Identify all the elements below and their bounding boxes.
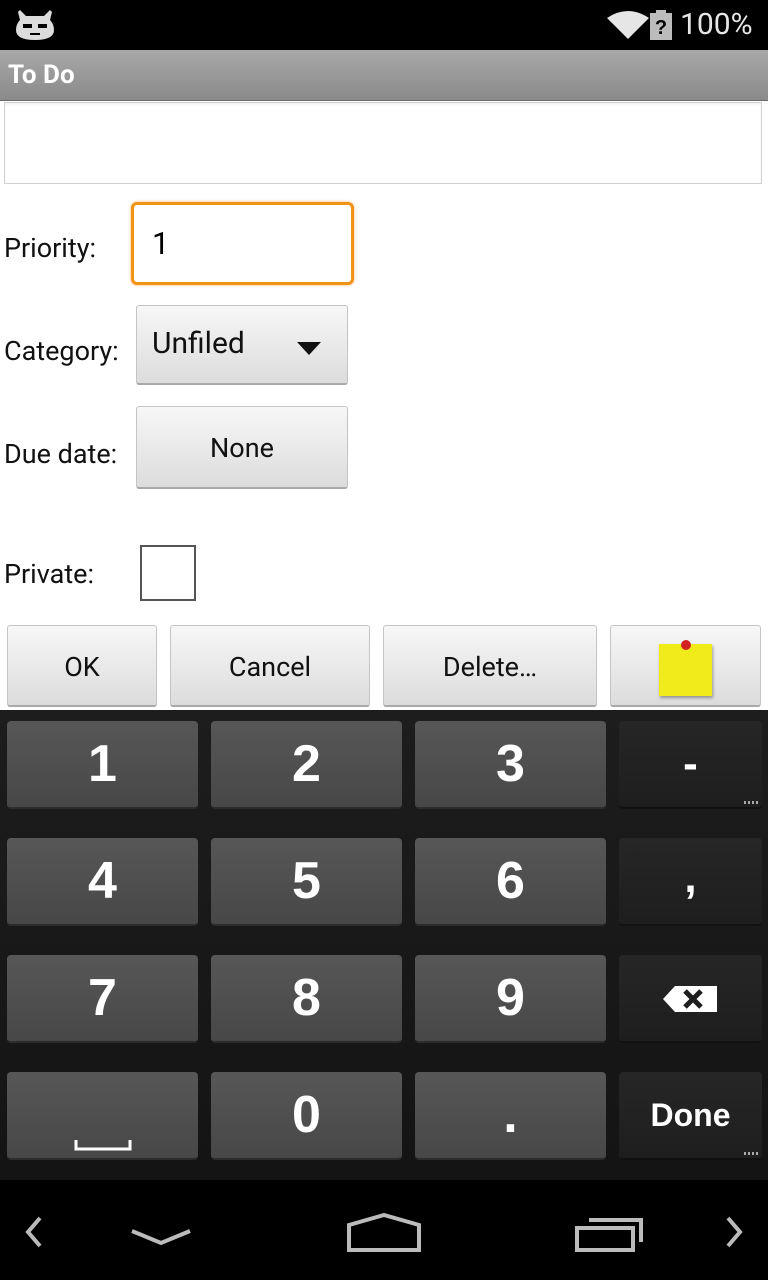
private-checkbox[interactable]	[140, 545, 196, 601]
priority-label: Priority:	[4, 232, 97, 264]
svg-text:?: ?	[655, 17, 667, 39]
key-0[interactable]: 0	[211, 1072, 402, 1160]
category-label: Category:	[4, 335, 119, 367]
numeric-keyboard: 1 2 3 - 4 5 6 , 7 8 9 0 . Done	[0, 710, 768, 1180]
more-keys-indicator	[744, 1152, 758, 1155]
pin-icon	[681, 640, 691, 650]
battery-percent: 100%	[680, 7, 753, 42]
key-minus-label: -	[683, 739, 698, 788]
battery-unknown-icon: ?	[650, 10, 672, 40]
chevron-right-icon[interactable]	[724, 1216, 744, 1248]
chevron-left-icon[interactable]	[24, 1216, 44, 1248]
key-1[interactable]: 1	[7, 721, 198, 809]
key-minus[interactable]: -	[619, 721, 762, 809]
cyanogenmod-icon	[16, 10, 54, 40]
key-7[interactable]: 7	[7, 955, 198, 1043]
priority-input[interactable]: 1	[131, 202, 354, 285]
navigation-bar	[0, 1180, 768, 1280]
done-key-label: Done	[650, 1097, 731, 1133]
private-label: Private:	[4, 558, 95, 590]
home-icon[interactable]	[347, 1213, 421, 1253]
due-date-label: Due date:	[4, 438, 118, 470]
note-button[interactable]	[610, 625, 761, 707]
done-key[interactable]: Done	[619, 1072, 762, 1160]
key-4[interactable]: 4	[7, 838, 198, 926]
title-bar: To Do	[0, 50, 768, 101]
key-comma[interactable]: ,	[619, 838, 762, 926]
dropdown-arrow-icon	[297, 342, 321, 355]
page-title: To Do	[8, 60, 75, 90]
description-input[interactable]	[4, 102, 762, 184]
backspace-key[interactable]	[619, 955, 762, 1043]
category-spinner[interactable]: Unfiled	[136, 305, 348, 385]
key-6[interactable]: 6	[415, 838, 606, 926]
hide-keyboard-icon[interactable]	[130, 1228, 192, 1248]
due-date-button[interactable]: None	[136, 406, 348, 489]
recent-apps-icon[interactable]	[575, 1216, 645, 1252]
cancel-button[interactable]: Cancel	[170, 625, 370, 707]
key-3[interactable]: 3	[415, 721, 606, 809]
key-9[interactable]: 9	[415, 955, 606, 1043]
key-period[interactable]: .	[415, 1072, 606, 1160]
backspace-icon	[663, 986, 717, 1012]
key-2[interactable]: 2	[211, 721, 402, 809]
ok-button[interactable]: OK	[7, 625, 157, 707]
sticky-note-icon	[659, 640, 712, 696]
delete-button[interactable]: Delete…	[383, 625, 597, 707]
key-5[interactable]: 5	[211, 838, 402, 926]
space-key[interactable]	[7, 1072, 198, 1160]
more-keys-indicator	[744, 801, 758, 804]
key-8[interactable]: 8	[211, 955, 402, 1043]
status-bar: ? 100%	[0, 0, 768, 50]
category-value: Unfiled	[152, 326, 245, 361]
wifi-icon	[607, 11, 649, 39]
space-bar-icon	[74, 1140, 132, 1151]
